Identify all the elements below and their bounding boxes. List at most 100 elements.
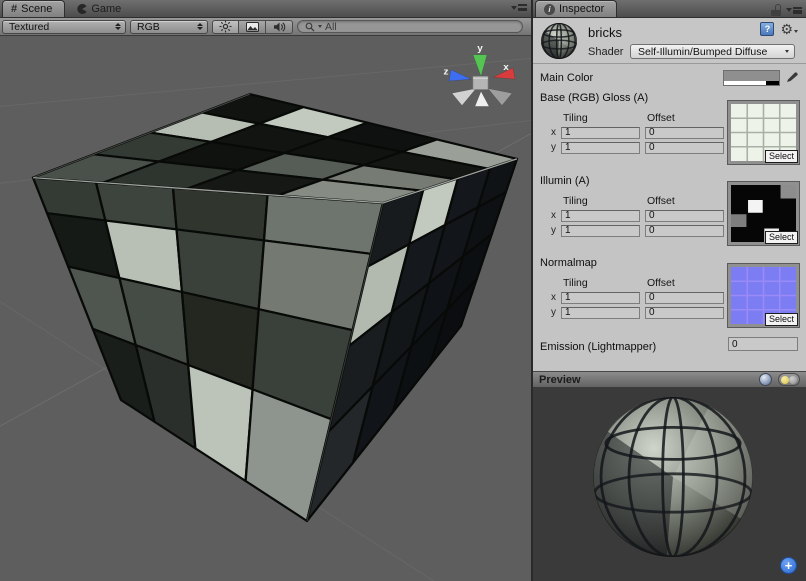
svg-text:x: x [503,62,509,73]
shader-label: Shader [588,46,623,58]
scene-panel-menu-icon[interactable] [511,4,527,11]
map-name-label: Base (RGB) Gloss (A) [540,92,648,104]
help-icon[interactable]: ? [760,22,774,36]
unity-editor-window: # Scene Game Textured RGB [0,0,806,581]
select-button[interactable]: Select [765,231,798,244]
dropdown-arrows-icon [115,23,121,30]
y-axis-label: y [541,225,561,236]
color-value [724,71,779,81]
inspector-tabstrip: i Inspector [533,0,806,18]
scene-tabstrip: # Scene Game [0,0,531,18]
x-axis-label: x [541,210,561,221]
offset-y-field[interactable] [645,307,724,319]
inspector-header: bricks Shader Self-Illumin/Bumped Diffus… [533,18,806,64]
y-axis-label: y [541,142,561,153]
map-name-label: Illumin (A) [540,175,590,187]
emission-label: Emission (Lightmapper) [540,341,656,353]
render-mode-value: RGB [137,21,160,33]
dropdown-arrows-icon [197,23,203,30]
emission-field[interactable] [728,337,798,351]
material-preview-thumb [539,21,579,61]
scene-panel: # Scene Game Textured RGB [0,0,531,581]
scene-grid-icon: # [11,3,17,15]
offset-x-field[interactable] [645,292,724,304]
render-mode-dropdown[interactable]: RGB [130,20,208,34]
tiling-header: Tiling [561,277,645,289]
alpha-strip [724,81,779,85]
scene-toolbar: Textured RGB [0,18,531,36]
audio-toggle-button[interactable] [266,20,293,34]
scene-viewport-svg[interactable]: yzx [0,36,531,581]
map-name-label: Normalmap [540,257,597,269]
eyedropper-icon[interactable] [786,70,799,83]
main-color-label: Main Color [540,72,593,84]
tiling-header: Tiling [561,195,645,207]
offset-y-field[interactable] [645,225,724,237]
preview-mesh-button[interactable] [759,373,772,386]
chevron-down-icon [785,50,789,53]
light-off-dot-icon [789,376,797,384]
select-button[interactable]: Select [765,150,798,163]
skybox-toggle-button[interactable] [239,20,266,34]
speaker-icon [273,21,286,33]
tiling-y-field[interactable] [561,307,640,319]
tiling-x-field[interactable] [561,292,640,304]
preview-bar[interactable]: Preview [533,371,806,388]
light-on-dot-icon [781,376,789,384]
base-texture-thumbnail[interactable]: Select [728,101,799,164]
game-pacman-icon [77,4,87,14]
tab-scene-label: Scene [21,3,52,15]
tiling-x-field[interactable] [561,210,640,222]
search-input[interactable] [325,21,514,33]
tiling-y-field[interactable] [561,142,640,154]
scene-viewport[interactable]: yzx [0,36,531,581]
material-preview-area[interactable]: + [533,388,806,581]
inspector-body: Main Color Base (RGB) Gloss (A) Tiling O… [533,64,806,371]
shader-dropdown[interactable]: Self-Illumin/Bumped Diffuse [630,44,795,59]
tiling-x-field[interactable] [561,127,640,139]
tiling-y-field[interactable] [561,225,640,237]
illumin-texture-thumbnail[interactable]: Select [728,182,799,245]
lock-icon[interactable] [771,4,781,16]
x-axis-label: x [541,127,561,138]
image-icon [246,22,259,32]
search-icon [305,22,315,32]
tiling-offset-block: Tiling Offset x y [541,275,731,320]
add-preview-button[interactable]: + [780,557,797,574]
main-color-swatch[interactable] [723,70,780,86]
offset-y-field[interactable] [645,142,724,154]
svg-text:y: y [477,43,483,54]
tab-game[interactable]: Game [69,0,133,17]
tiling-offset-block: Tiling Offset x y [541,193,731,238]
offset-header: Offset [645,112,731,124]
tab-game-label: Game [91,3,121,15]
scene-toggle-buttons [212,20,293,34]
offset-header: Offset [645,277,731,289]
y-axis-label: y [541,307,561,318]
shader-value: Self-Illumin/Bumped Diffuse [638,46,767,58]
material-name: bricks [588,25,622,40]
inspector-menu-icon[interactable] [786,7,802,14]
scene-search-field[interactable] [297,20,523,33]
gear-icon[interactable]: ⚙ [780,22,798,36]
tiling-header: Tiling [561,112,645,124]
draw-mode-dropdown[interactable]: Textured [2,20,126,34]
normalmap-texture-thumbnail[interactable]: Select [728,264,799,327]
preview-title: Preview [539,374,759,386]
tab-scene[interactable]: # Scene [2,0,65,17]
draw-mode-value: Textured [9,21,49,33]
lighting-toggle-button[interactable] [212,20,239,34]
sun-icon [219,20,232,33]
select-button[interactable]: Select [765,313,798,326]
tab-inspector-label: Inspector [559,3,604,15]
offset-x-field[interactable] [645,210,724,222]
x-axis-label: x [541,292,561,303]
info-icon: i [544,4,555,15]
tab-inspector[interactable]: i Inspector [535,0,617,17]
offset-x-field[interactable] [645,127,724,139]
inspector-panel: i Inspector bricks Shader Self-Illumin/B… [531,0,806,581]
tiling-offset-block: Tiling Offset x y [541,110,731,155]
preview-light-button[interactable] [778,373,800,386]
offset-header: Offset [645,195,731,207]
search-filter-arrow-icon[interactable] [318,25,322,28]
